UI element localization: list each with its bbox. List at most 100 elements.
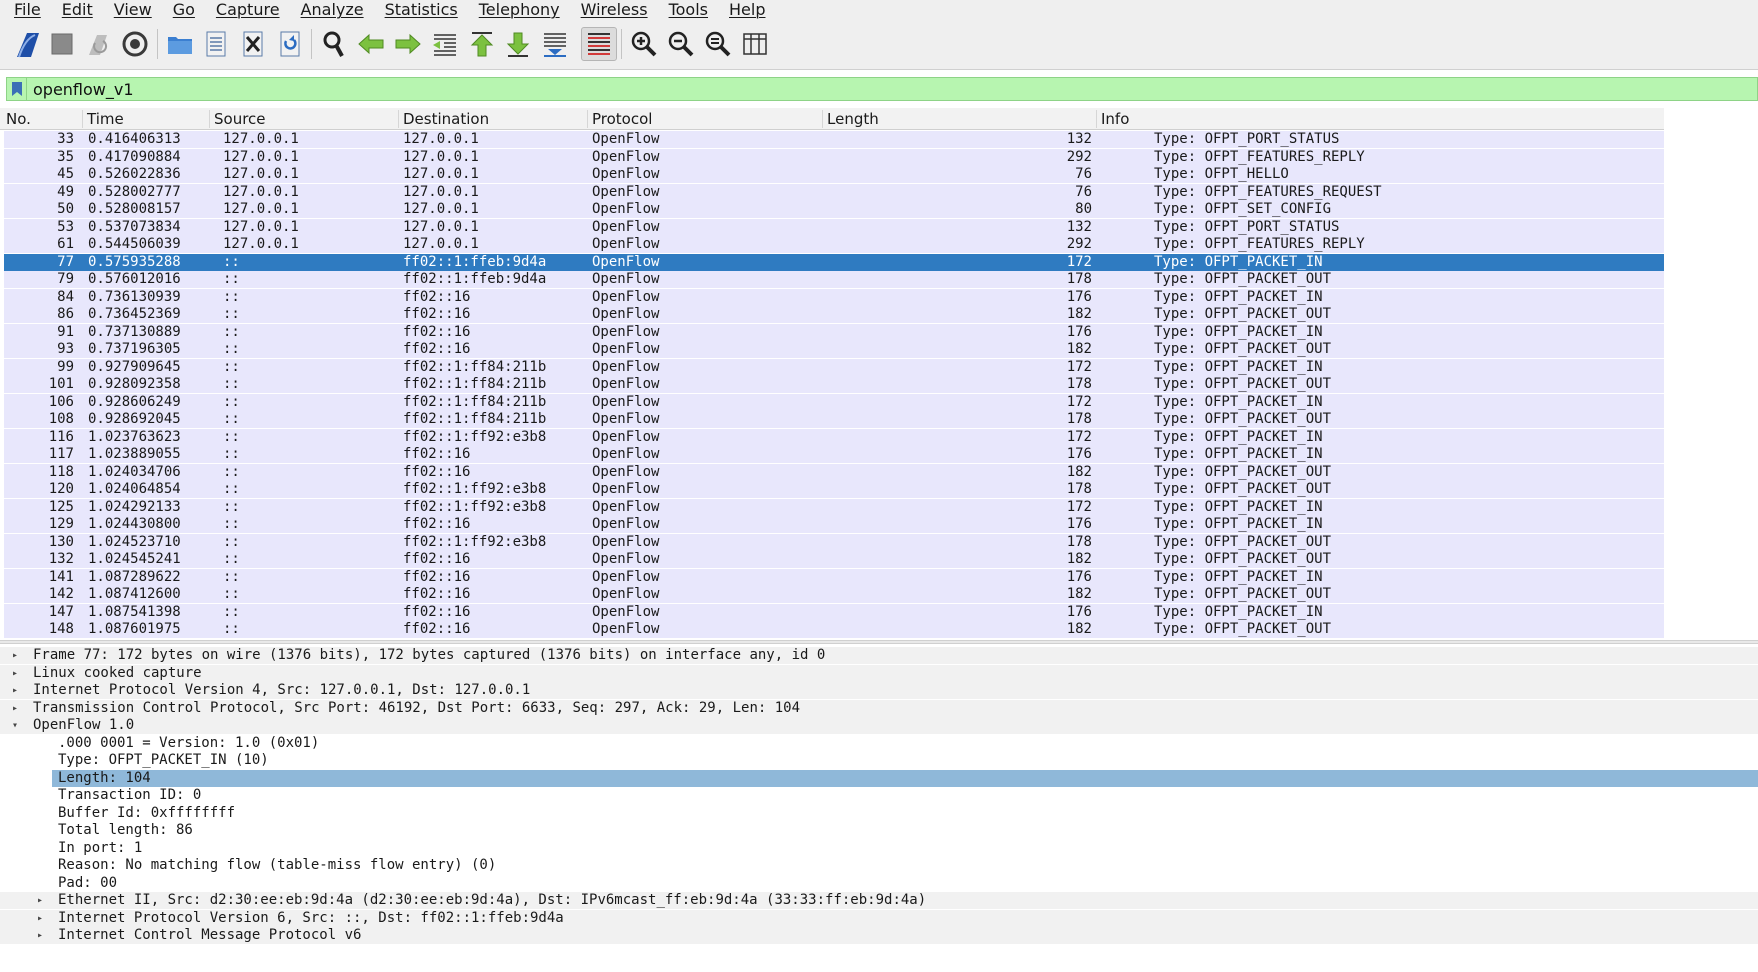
auto-scroll-icon[interactable]: [537, 27, 573, 61]
colorize-icon[interactable]: [581, 27, 617, 61]
packet-row[interactable]: 129 1.024430800:: ff02::16 OpenFlow 176 Type:…: [4, 516, 1664, 533]
zoom-out-icon[interactable]: [663, 27, 699, 61]
menu-go[interactable]: Go: [159, 1, 202, 19]
packet-row[interactable]: 91 0.737130889:: ff02::16 OpenFlow 176 Type: …: [4, 323, 1664, 341]
detail-tree-item[interactable]: ▸ Frame 77: 172 bytes on wire (1376 bits)…: [0, 647, 1758, 664]
packet-row[interactable]: 79 0.576012016:: ff02::1:ffeb:9d4a OpenFlow…: [4, 271, 1664, 288]
capture-options-icon[interactable]: [117, 27, 153, 61]
zoom-in-icon[interactable]: [626, 27, 662, 61]
menu-help[interactable]: Help: [715, 1, 772, 19]
go-forward-icon[interactable]: [390, 27, 426, 61]
detail-tree-item[interactable]: Reason: No matching flow (table-miss flo…: [0, 857, 1758, 874]
detail-tree-item[interactable]: .000 0001 = Version: 1.0 (0x01): [0, 735, 1758, 752]
restart-capture-icon[interactable]: [80, 27, 116, 61]
menu-file[interactable]: File: [0, 1, 48, 19]
packet-row[interactable]: 33 0.416406313 127.0.0.1 127.0.0.1 OpenFlow 1…: [4, 131, 1664, 148]
detail-tree-item[interactable]: ▾ OpenFlow 1.0: [0, 717, 1758, 734]
column-header-length[interactable]: Length: [822, 110, 879, 128]
detail-text: Ethernet II, Src: d2:30:ee:eb:9d:4a (d2:…: [58, 892, 927, 908]
packet-row[interactable]: 77 0.575935288:: ff02::1:ffeb:9d4a OpenFlow…: [4, 253, 1664, 271]
expand-right-icon[interactable]: ▸: [10, 682, 20, 699]
detail-tree-item[interactable]: Type: OFPT_PACKET_IN (10): [0, 752, 1758, 769]
reload-file-icon[interactable]: [272, 27, 308, 61]
detail-tree-item[interactable]: ▸ Ethernet II, Src: d2:30:ee:eb:9d:4a (d2…: [0, 892, 1758, 909]
menu-view[interactable]: View: [100, 1, 159, 19]
go-to-packet-icon[interactable]: [427, 27, 463, 61]
expand-right-icon[interactable]: ▸: [35, 910, 45, 927]
bookmark-icon[interactable]: [7, 78, 27, 100]
packet-row[interactable]: 141 1.087289622:: ff02::16 OpenFlow 176 Type:…: [4, 568, 1664, 586]
detail-tree-item[interactable]: In port: 1: [0, 840, 1758, 857]
menu-wireless[interactable]: Wireless: [567, 1, 655, 19]
packet-row[interactable]: 49 0.528002777 127.0.0.1 127.0.0.1 OpenFlow 7…: [4, 183, 1664, 201]
packet-row[interactable]: 101 0.928092358:: ff02::1:ff84:211b OpenFlo…: [4, 376, 1664, 393]
packet-row[interactable]: 147 1.087541398:: ff02::16 OpenFlow 176 Type:…: [4, 603, 1664, 621]
detail-tree-item[interactable]: Transaction ID: 0: [0, 787, 1758, 804]
detail-tree-item[interactable]: ▸ Linux cooked capture: [0, 664, 1758, 682]
menu-analyze[interactable]: Analyze: [287, 1, 371, 19]
find-packet-icon[interactable]: [316, 27, 352, 61]
expand-right-icon[interactable]: ▸: [10, 665, 20, 682]
menu-statistics[interactable]: Statistics: [371, 1, 465, 19]
detail-tree-item[interactable]: Buffer Id: 0xffffffff: [0, 805, 1758, 822]
packet-row[interactable]: 116 1.023763623:: ff02::1:ff92:e3b8 OpenFlo…: [4, 428, 1664, 446]
packet-row[interactable]: 93 0.737196305:: ff02::16 OpenFlow 182 Type: …: [4, 341, 1664, 358]
packet-row[interactable]: 142 1.087412600:: ff02::16 OpenFlow 182 Type:…: [4, 586, 1664, 603]
display-filter-input[interactable]: openflow_v1: [33, 80, 134, 99]
expand-right-icon[interactable]: ▸: [35, 927, 45, 944]
packet-row[interactable]: 61 0.544506039 127.0.0.1 127.0.0.1 OpenFlow 2…: [4, 236, 1664, 253]
go-first-packet-icon[interactable]: [464, 27, 500, 61]
packet-row[interactable]: 99 0.927909645:: ff02::1:ff84:211b OpenFlow…: [4, 358, 1664, 376]
stop-capture-icon[interactable]: [44, 27, 80, 61]
column-header-protocol[interactable]: Protocol: [587, 110, 652, 128]
packet-row[interactable]: 106 0.928606249:: ff02::1:ff84:211b OpenFlo…: [4, 393, 1664, 411]
column-header-no[interactable]: No.: [2, 110, 31, 128]
packet-row[interactable]: 53 0.537073834 127.0.0.1 127.0.0.1 OpenFlow 1…: [4, 218, 1664, 236]
packet-row[interactable]: 117 1.023889055:: ff02::16 OpenFlow 176 Type:…: [4, 446, 1664, 463]
menu-tools[interactable]: Tools: [655, 1, 715, 19]
detail-tree-item[interactable]: Pad: 00: [0, 875, 1758, 892]
column-header-info[interactable]: Info: [1096, 110, 1129, 128]
detail-tree-item[interactable]: Length: 104: [0, 769, 1758, 787]
packet-dst-cell: 127.0.0.1: [403, 183, 479, 200]
detail-tree-item[interactable]: Total length: 86: [0, 822, 1758, 839]
packet-row[interactable]: 45 0.526022836 127.0.0.1 127.0.0.1 OpenFlow 7…: [4, 166, 1664, 183]
detail-tree-item[interactable]: ▸ Transmission Control Protocol, Src Port…: [0, 699, 1758, 717]
detail-tree-item[interactable]: ▸ Internet Control Message Protocol v6: [0, 927, 1758, 944]
packet-row[interactable]: 86 0.736452369:: ff02::16 OpenFlow 182 Type: …: [4, 306, 1664, 323]
go-back-icon[interactable]: [353, 27, 389, 61]
detail-tree-item[interactable]: ▸ Internet Protocol Version 4, Src: 127.0…: [0, 682, 1758, 699]
packet-no-cell: 116: [48, 428, 74, 445]
menu-telephony[interactable]: Telephony: [465, 1, 567, 19]
column-header-destination[interactable]: Destination: [398, 110, 489, 128]
packet-row[interactable]: 120 1.024064854:: ff02::1:ff92:e3b8 OpenFlo…: [4, 481, 1664, 498]
packet-row[interactable]: 108 0.928692045:: ff02::1:ff84:211b OpenFlo…: [4, 411, 1664, 428]
open-file-icon[interactable]: [162, 27, 198, 61]
packet-row[interactable]: 148 1.087601975:: ff02::16 OpenFlow 182 Type:…: [4, 621, 1664, 638]
packet-row[interactable]: 125 1.024292133:: ff02::1:ff92:e3b8 OpenFlo…: [4, 498, 1664, 516]
save-file-icon[interactable]: [198, 27, 234, 61]
packet-len-cell: 178: [1066, 271, 1092, 287]
expand-down-icon[interactable]: ▾: [10, 717, 20, 734]
column-header-source[interactable]: Source: [209, 110, 266, 128]
expand-right-icon[interactable]: ▸: [10, 647, 20, 664]
go-last-packet-icon[interactable]: [500, 27, 536, 61]
column-header-time[interactable]: Time: [82, 110, 124, 128]
packet-len-cell: 182: [1066, 551, 1092, 567]
packet-row[interactable]: 132 1.024545241:: ff02::16 OpenFlow 182 Type:…: [4, 551, 1664, 568]
menu-edit[interactable]: Edit: [48, 1, 100, 19]
packet-row[interactable]: 130 1.024523710:: ff02::1:ff92:e3b8 OpenFlo…: [4, 533, 1664, 551]
packet-row[interactable]: 118 1.024034706:: ff02::16 OpenFlow 182 Type:…: [4, 463, 1664, 481]
packet-row[interactable]: 84 0.736130939:: ff02::16 OpenFlow 176 Type: …: [4, 288, 1664, 306]
normal-size-icon[interactable]: [700, 27, 736, 61]
resize-columns-icon[interactable]: [737, 27, 773, 61]
close-file-icon[interactable]: [235, 27, 271, 61]
packet-row[interactable]: 50 0.528008157 127.0.0.1 127.0.0.1 OpenFlow 8…: [4, 201, 1664, 218]
menu-capture[interactable]: Capture: [202, 1, 287, 19]
packet-row[interactable]: 35 0.417090884 127.0.0.1 127.0.0.1 OpenFlow 2…: [4, 148, 1664, 166]
start-capture-icon[interactable]: [10, 27, 46, 61]
expand-right-icon[interactable]: ▸: [10, 700, 20, 717]
expand-right-icon[interactable]: ▸: [35, 892, 45, 909]
packet-no-cell: 147: [48, 603, 74, 620]
detail-tree-item[interactable]: ▸ Internet Protocol Version 6, Src: ::, D…: [0, 909, 1758, 927]
